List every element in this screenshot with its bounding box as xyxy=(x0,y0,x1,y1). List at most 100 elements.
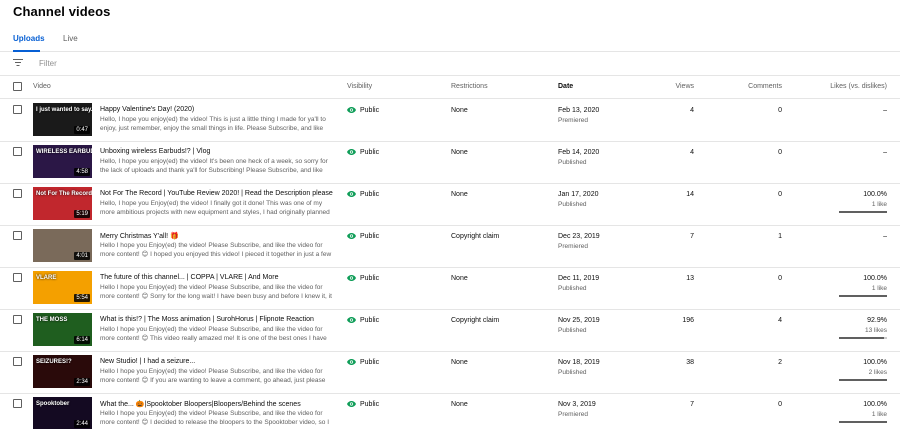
video-description: Hello, I hope you Enjoy(ed) the video! I… xyxy=(100,200,330,216)
row-checkbox[interactable] xyxy=(13,105,22,114)
eye-icon xyxy=(347,149,356,155)
video-thumbnail[interactable]: VLARE 5:54 xyxy=(33,271,92,304)
like-ratio-fill xyxy=(839,337,884,339)
likes-percent: 100.0% xyxy=(863,401,887,408)
visibility-label: Public xyxy=(360,149,380,156)
likes-count: 2 likes xyxy=(868,369,887,376)
filter-input[interactable]: Filter xyxy=(39,59,57,68)
date-status: Published xyxy=(558,159,587,166)
header-visibility[interactable]: Visibility xyxy=(347,83,372,90)
video-duration: 4:58 xyxy=(74,168,90,176)
restrictions-value: None xyxy=(451,275,468,282)
likes-percent: – xyxy=(883,149,887,156)
tab-uploads[interactable]: Uploads xyxy=(13,34,45,43)
like-ratio-bar xyxy=(839,295,887,297)
video-title[interactable]: Happy Valentine's Day! (2020) xyxy=(100,106,194,113)
views-count: 13 xyxy=(686,275,694,282)
row-checkbox[interactable] xyxy=(13,231,22,240)
header-likes[interactable]: Likes (vs. dislikes) xyxy=(830,83,887,90)
video-description: Hello, I hope you enjoy(ed) the video! I… xyxy=(100,158,328,174)
table-row[interactable]: Spooktober 2:44 What the... 🎃|Spooktober… xyxy=(0,394,900,429)
date-status: Premiered xyxy=(558,243,588,250)
row-checkbox[interactable] xyxy=(13,357,22,366)
video-title[interactable]: Not For The Record | YouTube Review 2020… xyxy=(100,190,333,197)
table-row[interactable]: I just wanted to say.. 0:47 Happy Valent… xyxy=(0,100,900,142)
filter-icon[interactable] xyxy=(13,59,23,67)
likes-percent: 100.0% xyxy=(863,191,887,198)
video-thumbnail[interactable]: THE MOSS 6:14 xyxy=(33,313,92,346)
likes-count: 1 like xyxy=(871,285,887,292)
comments-count: 0 xyxy=(778,107,782,114)
table-row[interactable]: VLARE 5:54 The future of this channel...… xyxy=(0,268,900,310)
thumbnail-caption: THE MOSS xyxy=(36,317,68,323)
like-ratio-bar xyxy=(839,379,887,381)
views-count: 14 xyxy=(686,191,694,198)
video-title[interactable]: The future of this channel... | COPPA | … xyxy=(100,274,278,281)
video-description: Hello I hope you Enjoy(ed) the video! Pl… xyxy=(100,242,332,258)
thumbnail-caption: Not For The Record xyxy=(36,191,92,197)
table-row[interactable]: THE MOSS 6:14 What is this!? | The Moss … xyxy=(0,310,900,352)
video-title[interactable]: New Studio! | I had a seizure... xyxy=(100,358,195,365)
like-ratio-fill xyxy=(839,379,887,381)
likes-count: 1 like xyxy=(871,411,887,418)
header-comments[interactable]: Comments xyxy=(748,83,782,90)
visibility-label: Public xyxy=(360,401,380,408)
date-value: Feb 13, 2020 xyxy=(558,107,600,114)
date-value: Dec 23, 2019 xyxy=(558,233,600,240)
likes-percent: – xyxy=(883,107,887,114)
video-description: Hello I hope you Enjoy(ed) the video! Pl… xyxy=(100,284,332,300)
comments-count: 2 xyxy=(778,359,782,366)
restrictions-value: None xyxy=(451,401,468,408)
date-value: Feb 14, 2020 xyxy=(558,149,600,156)
restrictions-value: Copyright claim xyxy=(451,233,500,240)
eye-icon xyxy=(347,359,356,365)
header-restrictions[interactable]: Restrictions xyxy=(451,83,488,90)
date-status: Premiered xyxy=(558,117,588,124)
video-title[interactable]: What is this!? | The Moss animation | Su… xyxy=(100,316,314,323)
eye-icon xyxy=(347,233,356,239)
thumbnail-caption: VLARE xyxy=(36,275,57,281)
header-views[interactable]: Views xyxy=(675,83,694,90)
row-checkbox[interactable] xyxy=(13,273,22,282)
video-thumbnail[interactable]: WIRELESS EARBUDS!? 4:58 xyxy=(33,145,92,178)
video-thumbnail[interactable]: I just wanted to say.. 0:47 xyxy=(33,103,92,136)
row-checkbox[interactable] xyxy=(13,189,22,198)
date-value: Nov 3, 2019 xyxy=(558,401,596,408)
video-duration: 6:14 xyxy=(74,336,90,344)
video-thumbnail[interactable]: Not For The Record 5:19 xyxy=(33,187,92,220)
video-description: Hello I hope you Enjoy(ed) the video! Pl… xyxy=(100,326,327,342)
tab-live[interactable]: Live xyxy=(63,34,78,43)
video-duration: 4:01 xyxy=(74,252,90,260)
eye-icon xyxy=(347,317,356,323)
video-title[interactable]: What the... 🎃|Spooktober Bloopers|Bloope… xyxy=(100,400,301,408)
table-row[interactable]: SEIZURES!? 2:34 New Studio! | I had a se… xyxy=(0,352,900,394)
select-all-checkbox[interactable] xyxy=(13,82,22,91)
restrictions-value: Copyright claim xyxy=(451,317,500,324)
table-row[interactable]: WIRELESS EARBUDS!? 4:58 Unboxing wireles… xyxy=(0,142,900,184)
views-count: 7 xyxy=(690,401,694,408)
video-title[interactable]: Merry Christmas Y'all! 🎁 xyxy=(100,232,179,240)
row-checkbox[interactable] xyxy=(13,147,22,156)
video-description: Hello, I hope you enjoy(ed) the video! T… xyxy=(100,116,326,132)
video-thumbnail[interactable]: SEIZURES!? 2:34 xyxy=(33,355,92,388)
likes-percent: – xyxy=(883,233,887,240)
header-date[interactable]: Date xyxy=(558,83,573,90)
video-thumbnail[interactable]: Spooktober 2:44 xyxy=(33,397,92,429)
row-checkbox[interactable] xyxy=(13,315,22,324)
video-thumbnail[interactable]: 4:01 xyxy=(33,229,92,262)
table-header: Video Visibility Restrictions Date Views… xyxy=(0,76,900,99)
table-row[interactable]: 4:01 Merry Christmas Y'all! 🎁 Hello I ho… xyxy=(0,226,900,268)
table-row[interactable]: Not For The Record 5:19 Not For The Reco… xyxy=(0,184,900,226)
video-duration: 0:47 xyxy=(74,126,90,134)
comments-count: 1 xyxy=(778,233,782,240)
video-title[interactable]: Unboxing wireless Earbuds!? | Vlog xyxy=(100,148,210,155)
date-status: Published xyxy=(558,369,587,376)
tab-bar: Uploads Live xyxy=(0,28,900,52)
thumbnail-caption: WIRELESS EARBUDS!? xyxy=(36,149,92,155)
video-description: Hello I hope you Enjoy(ed) the video! Pl… xyxy=(100,410,329,426)
header-video: Video xyxy=(33,83,51,90)
row-checkbox[interactable] xyxy=(13,399,22,408)
likes-count: 13 likes xyxy=(864,327,887,334)
like-ratio-fill xyxy=(839,295,887,297)
likes-percent: 92.9% xyxy=(867,317,887,324)
